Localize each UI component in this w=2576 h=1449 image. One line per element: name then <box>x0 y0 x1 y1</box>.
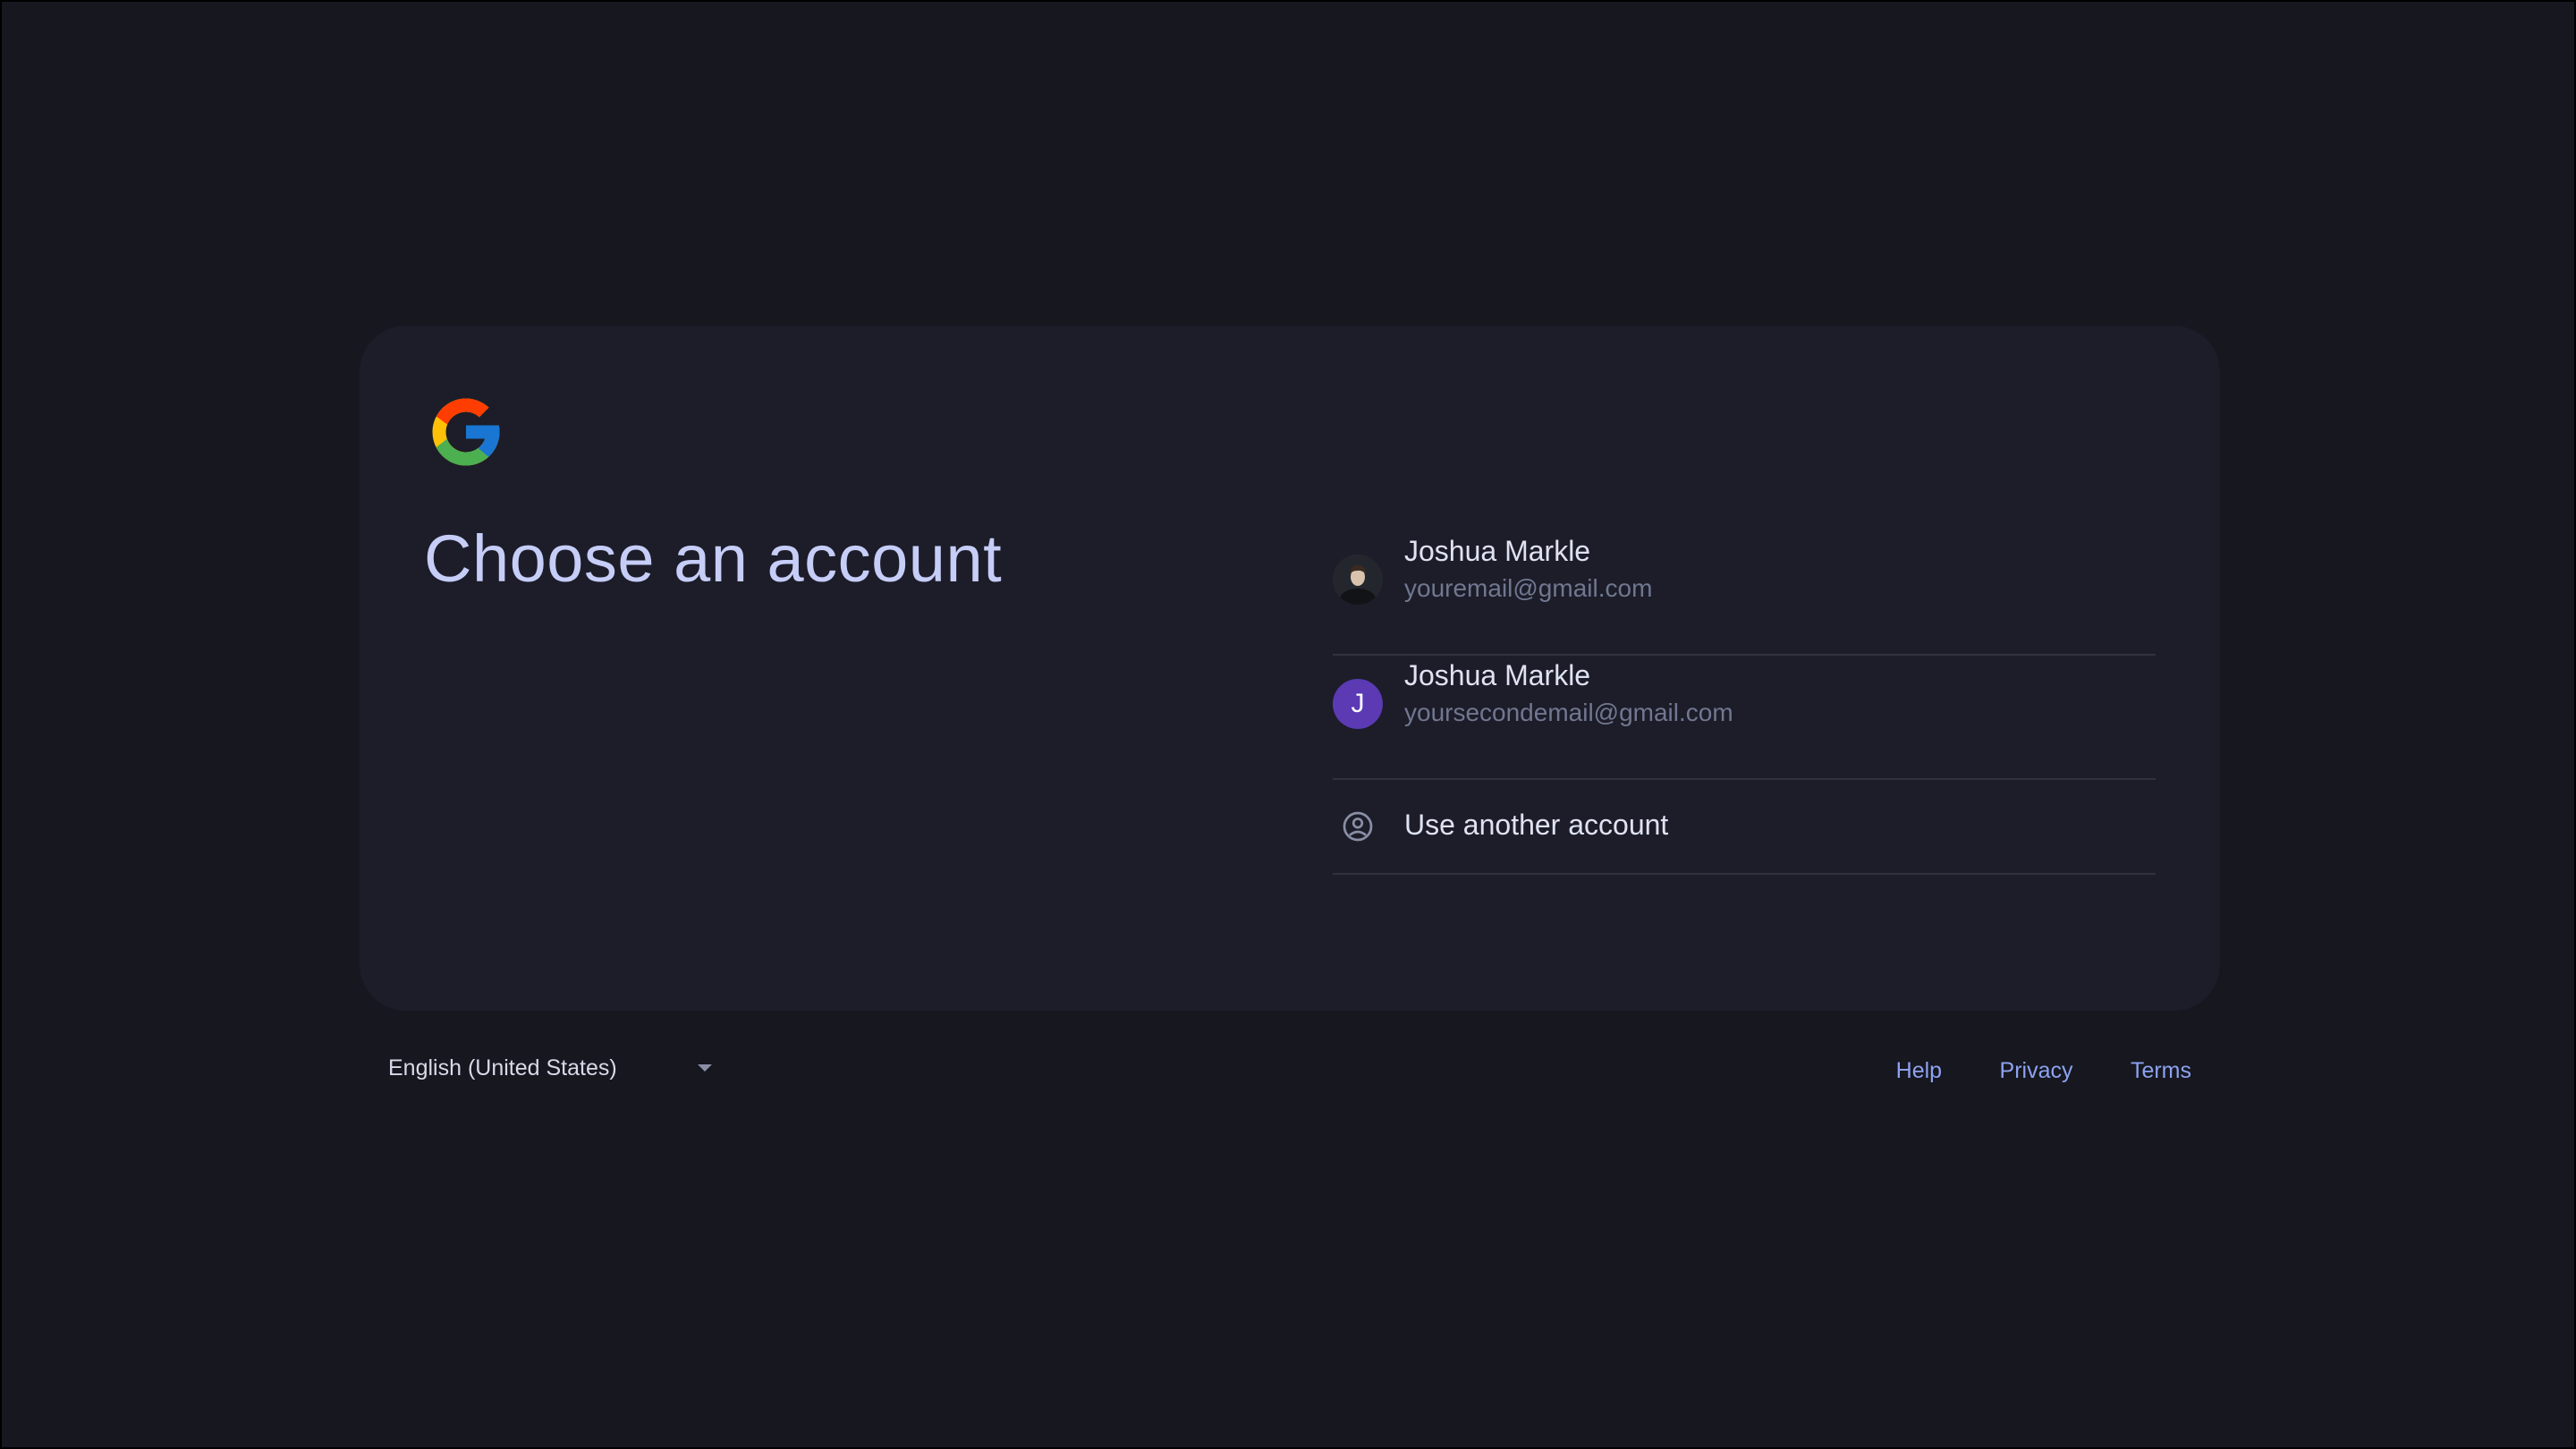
terms-link[interactable]: Terms <box>2131 1048 2191 1093</box>
account-email: youremail@gmail.com <box>1404 574 1653 602</box>
language-select[interactable]: English (United States) <box>388 1048 712 1093</box>
avatar-photo-icon <box>1333 555 1383 605</box>
account-email: yoursecondemail@gmail.com <box>1404 699 1733 726</box>
account-item-1[interactable]: Joshua Markle youremail@gmail.com <box>1333 531 2156 656</box>
account-name: Joshua Markle <box>1404 535 1591 567</box>
page-background: Choose an account Joshua Markle youremai… <box>0 0 2576 1449</box>
help-link[interactable]: Help <box>1896 1048 1942 1093</box>
account-item-2[interactable]: J Joshua Markle yoursecondemail@gmail.co… <box>1333 656 2156 780</box>
use-another-account-label: Use another account <box>1404 809 1669 841</box>
google-logo-icon <box>432 398 500 466</box>
account-list: Joshua Markle youremail@gmail.com J Josh… <box>1333 531 2156 875</box>
account-name: Joshua Markle <box>1404 659 1591 691</box>
avatar: J <box>1333 679 1383 729</box>
use-another-account-button[interactable]: Use another account <box>1333 780 2156 875</box>
language-label: English (United States) <box>388 1055 617 1080</box>
account-chooser-card: Choose an account Joshua Markle youremai… <box>360 326 2220 1011</box>
page-title: Choose an account <box>424 521 1003 596</box>
privacy-link[interactable]: Privacy <box>2000 1048 2073 1093</box>
footer-links: Help Privacy Terms <box>1843 1048 2191 1093</box>
footer: English (United States) Help Privacy Ter… <box>360 1048 2220 1093</box>
avatar <box>1333 555 1383 605</box>
chevron-down-icon <box>698 1064 712 1072</box>
account-circle-icon <box>1343 811 1373 842</box>
